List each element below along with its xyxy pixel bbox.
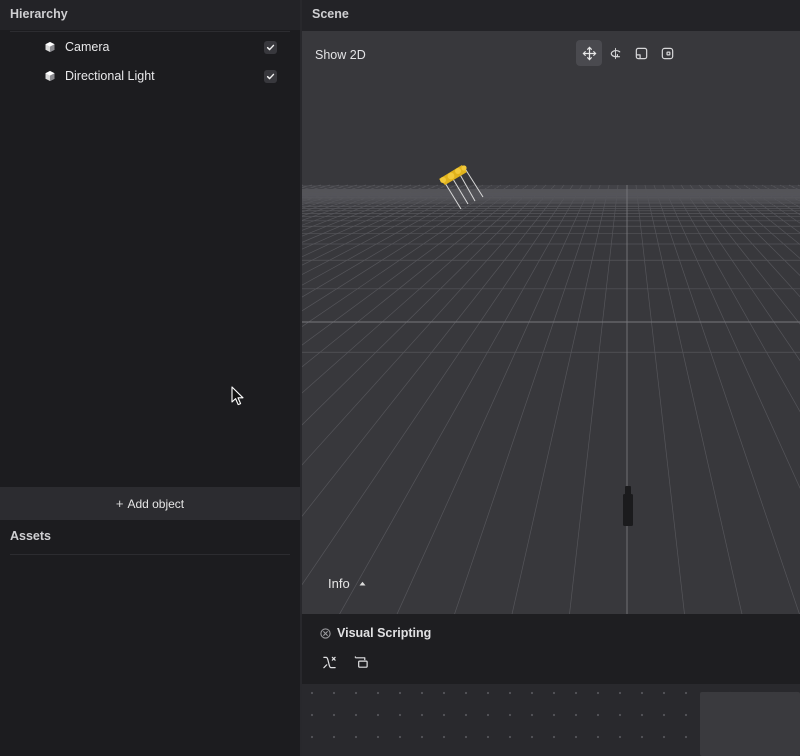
- plus-icon: +: [115, 496, 124, 511]
- checkmark-icon: [266, 44, 275, 50]
- scale-tool-button[interactable]: [628, 40, 654, 66]
- group-node-icon: [354, 655, 368, 668]
- checkmark-icon: [266, 73, 275, 79]
- tree-item-camera[interactable]: Camera: [40, 35, 290, 59]
- mouse-cursor-icon: [231, 386, 244, 406]
- divider: [10, 31, 290, 32]
- divider: [10, 554, 290, 555]
- group-node-button[interactable]: [352, 653, 370, 671]
- cube-icon: [45, 71, 55, 81]
- hierarchy-panel: Hierarchy Camera Directional Light + Add…: [0, 0, 300, 756]
- tree-item-label: Camera: [65, 40, 110, 54]
- ground-grid: [302, 165, 800, 614]
- hierarchy-title: Hierarchy: [0, 0, 300, 30]
- move-tool-button[interactable]: [576, 40, 602, 66]
- visual-scripting-panel: Visual Scripting: [302, 614, 800, 684]
- move-tool-icon: [582, 46, 596, 60]
- info-label: Info: [328, 576, 350, 591]
- visual-scripting-header: Visual Scripting: [320, 626, 431, 640]
- rotate-tool-button[interactable]: [602, 40, 628, 66]
- info-toggle[interactable]: Info: [328, 576, 366, 591]
- tree-item-label: Directional Light: [65, 69, 155, 83]
- rect-tool-button[interactable]: [654, 40, 680, 66]
- visibility-checkbox[interactable]: [264, 69, 277, 83]
- tree-item-directional-light[interactable]: Directional Light: [40, 64, 290, 88]
- add-object-label: Add object: [127, 496, 185, 511]
- transform-toolbar: [576, 40, 680, 66]
- add-object-button[interactable]: + Add object: [0, 487, 300, 520]
- camera-object[interactable]: [623, 486, 633, 526]
- scene-title: Scene: [302, 0, 800, 31]
- cube-icon: [45, 42, 55, 52]
- scale-tool-icon: [635, 47, 647, 59]
- show-2d-toggle[interactable]: Show 2D: [315, 48, 366, 62]
- rect-tool-icon: [661, 47, 673, 59]
- script-node[interactable]: [700, 692, 800, 756]
- rotate-tool-icon: [610, 47, 620, 59]
- curve-connector-icon: [322, 656, 336, 668]
- caret-up-icon: [359, 581, 366, 586]
- curve-connector-button[interactable]: [320, 653, 338, 671]
- visual-scripting-toolbar: [320, 653, 370, 671]
- visual-scripting-title: Visual Scripting: [337, 626, 432, 640]
- visual-scripting-canvas[interactable]: [302, 684, 800, 756]
- visibility-checkbox[interactable]: [264, 40, 277, 54]
- assets-title: Assets: [0, 520, 300, 554]
- close-circle-icon[interactable]: [320, 627, 331, 639]
- scene-viewport[interactable]: Show 2D Info: [302, 31, 800, 614]
